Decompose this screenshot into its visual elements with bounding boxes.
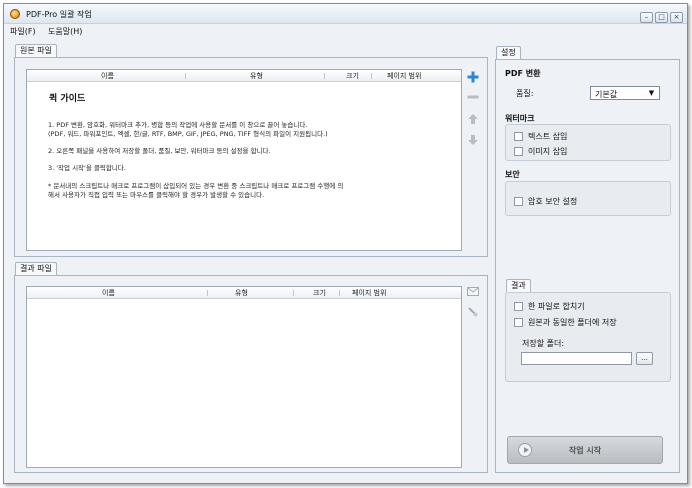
quality-value: 기본값 bbox=[595, 90, 618, 99]
save-folder-label: 저장할 폴더: bbox=[522, 339, 565, 348]
menu-bar: 파일(F) 도움말(H) bbox=[4, 24, 687, 38]
column-size[interactable]: 크기 bbox=[346, 71, 359, 81]
column-divider[interactable] bbox=[324, 73, 325, 79]
same-folder-label: 원본과 동일한 폴더에 저장 bbox=[528, 318, 617, 327]
column-divider[interactable] bbox=[207, 290, 208, 296]
column-type[interactable]: 유형 bbox=[250, 71, 263, 81]
same-folder-checkbox[interactable] bbox=[514, 318, 523, 327]
chevron-down-icon: ▼ bbox=[648, 89, 655, 97]
column-name[interactable]: 이름 bbox=[101, 71, 114, 81]
main-window: PDF-Pro 일괄 작업 – □ × 파일(F) 도움말(H) 원본 파일 이… bbox=[3, 3, 688, 484]
merge-label: 한 파일로 합치기 bbox=[528, 302, 585, 311]
tab-result-options[interactable]: 결과 bbox=[506, 279, 531, 292]
quick-guide-title: 퀵 가이드 bbox=[49, 94, 86, 104]
quality-label: 품질: bbox=[516, 89, 534, 98]
result-file-list[interactable]: 이름 유형 크기 페이지 범위 bbox=[26, 286, 462, 468]
column-type[interactable]: 유형 bbox=[235, 288, 248, 298]
add-icon[interactable] bbox=[467, 71, 479, 83]
text-watermark-checkbox[interactable] bbox=[514, 132, 523, 141]
settings-panel: PDF 변환 품질: 기본값 ▼ 워터마크 텍스트 삽입 이미지 삽입 보안 암… bbox=[495, 59, 680, 473]
save-folder-input[interactable] bbox=[521, 352, 632, 365]
browse-button[interactable]: ... bbox=[636, 352, 653, 365]
password-security-label: 암호 보안 설정 bbox=[528, 197, 578, 206]
guide-line: (PDF, 워드, 파워포인트, 엑셀, 한/글, RTF, BMP, GIF,… bbox=[48, 130, 328, 138]
menu-help[interactable]: 도움말(H) bbox=[48, 26, 82, 37]
column-divider[interactable] bbox=[293, 290, 294, 296]
quality-select[interactable]: 기본값 ▼ bbox=[590, 86, 660, 100]
menu-file[interactable]: 파일(F) bbox=[10, 26, 36, 37]
source-files-panel: 이름 유형 크기 페이지 범위 퀵 가이드 1. PDF 변환, 암호화, 워터… bbox=[14, 57, 488, 257]
mail-icon[interactable] bbox=[467, 287, 479, 296]
tab-settings[interactable]: 설정 bbox=[496, 46, 521, 59]
result-files-panel: 이름 유형 크기 페이지 범위 bbox=[14, 275, 488, 473]
minimize-button[interactable]: – bbox=[640, 12, 653, 23]
watermark-heading: 워터마크 bbox=[505, 114, 535, 123]
column-divider[interactable] bbox=[339, 290, 340, 296]
security-group: 암호 보안 설정 bbox=[505, 181, 671, 216]
tab-source-files[interactable]: 원본 파일 bbox=[15, 44, 57, 57]
password-security-checkbox[interactable] bbox=[514, 197, 523, 206]
move-down-icon[interactable] bbox=[468, 135, 478, 146]
source-file-list[interactable]: 이름 유형 크기 페이지 범위 퀵 가이드 1. PDF 변환, 암호화, 워터… bbox=[26, 69, 462, 251]
image-watermark-checkbox[interactable] bbox=[514, 147, 523, 156]
column-page-range[interactable]: 페이지 범위 bbox=[352, 288, 386, 298]
guide-line: 2. 오른쪽 패널을 사용하여 저장할 폴더, 품질, 보안, 워터마크 등의 … bbox=[48, 147, 271, 155]
title-bar: PDF-Pro 일괄 작업 – □ × bbox=[4, 4, 687, 24]
security-heading: 보안 bbox=[505, 170, 520, 179]
merge-checkbox[interactable] bbox=[514, 302, 523, 311]
result-options-group: 한 파일로 합치기 원본과 동일한 폴더에 저장 저장할 폴더: ... bbox=[505, 292, 671, 382]
remove-icon[interactable] bbox=[467, 94, 479, 100]
close-button[interactable]: × bbox=[670, 12, 683, 23]
window-title: PDF-Pro 일괄 작업 bbox=[26, 10, 92, 19]
result-list-header: 이름 유형 크기 페이지 범위 bbox=[27, 287, 461, 299]
app-logo-icon bbox=[10, 9, 20, 19]
tab-result-files[interactable]: 결과 파일 bbox=[15, 262, 57, 275]
watermark-group: 텍스트 삽입 이미지 삽입 bbox=[505, 124, 671, 161]
guide-line: 3. '작업 시작'을 클릭합니다. bbox=[48, 164, 126, 172]
pdf-conversion-heading: PDF 변환 bbox=[505, 69, 541, 78]
column-size[interactable]: 크기 bbox=[313, 288, 326, 298]
column-page-range[interactable]: 페이지 범위 bbox=[387, 71, 421, 81]
start-job-button[interactable]: 작업 시작 bbox=[507, 436, 663, 464]
start-job-label: 작업 시작 bbox=[568, 446, 602, 455]
column-divider[interactable] bbox=[185, 73, 186, 79]
maximize-button[interactable]: □ bbox=[655, 12, 668, 23]
clear-icon[interactable] bbox=[468, 307, 478, 317]
guide-line: 해서 사용자가 직접 입력 또는 마우스를 클릭해야 할 경우가 발생할 수 있… bbox=[48, 191, 265, 199]
move-up-icon[interactable] bbox=[468, 114, 478, 125]
image-watermark-label: 이미지 삽입 bbox=[528, 147, 568, 156]
text-watermark-label: 텍스트 삽입 bbox=[528, 132, 568, 141]
column-name[interactable]: 이름 bbox=[102, 288, 115, 298]
source-list-header: 이름 유형 크기 페이지 범위 bbox=[27, 70, 461, 82]
column-divider[interactable] bbox=[371, 73, 372, 79]
